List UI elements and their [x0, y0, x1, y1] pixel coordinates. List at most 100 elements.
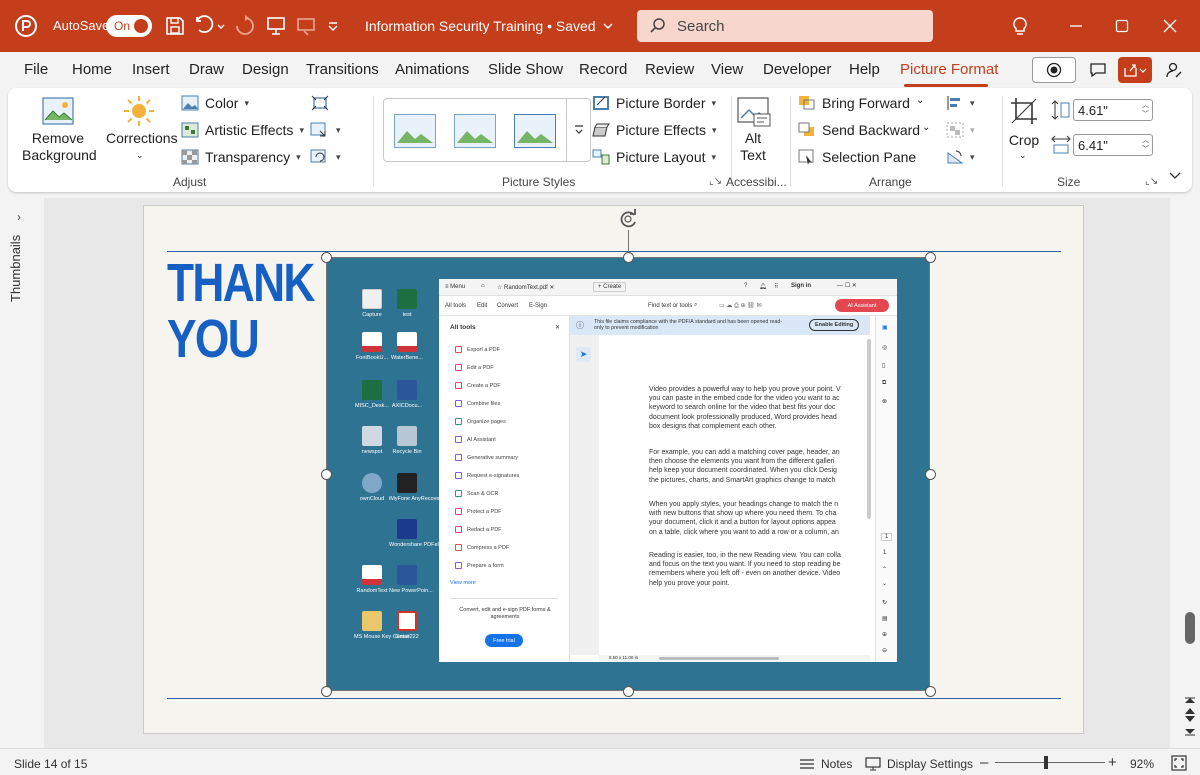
group-separator	[373, 96, 374, 186]
alt-text-icon	[737, 97, 771, 127]
next-slide-icon[interactable]	[1183, 727, 1197, 737]
style-thumbnail[interactable]	[394, 114, 436, 148]
coauthor-button[interactable]	[1160, 57, 1188, 83]
tab-file[interactable]: File	[24, 61, 48, 78]
lightbulb-icon[interactable]	[1006, 12, 1034, 40]
picture-effects-button[interactable]: Picture Effects ▾	[592, 122, 717, 138]
tab-transitions[interactable]: Transitions	[306, 61, 379, 78]
tab-insert[interactable]: Insert	[132, 61, 170, 78]
customize-toolbar-icon[interactable]	[326, 14, 340, 38]
zoom-level[interactable]: 92%	[1130, 757, 1154, 771]
change-picture-button[interactable]: ▾	[310, 122, 341, 138]
zoom-slider[interactable]	[995, 762, 1105, 763]
resize-handle-bottom-left[interactable]	[321, 686, 332, 697]
height-spinner-icon[interactable]: ︿ ﹀	[1142, 101, 1149, 119]
document-title[interactable]: Information Security Training • Saved	[365, 18, 614, 34]
shape-width-input[interactable]: 6.41" ︿ ﹀	[1073, 134, 1153, 156]
picture-selection-frame	[326, 257, 930, 691]
resize-handle-top-right[interactable]	[925, 252, 936, 263]
tab-design[interactable]: Design	[242, 61, 289, 78]
style-thumbnail[interactable]	[514, 114, 556, 148]
share-button[interactable]	[1118, 57, 1152, 83]
vertical-scrollbar[interactable]	[1170, 198, 1200, 748]
previous-slide-icon[interactable]	[1183, 695, 1197, 705]
redo-icon[interactable]	[233, 14, 257, 38]
notes-button[interactable]: Notes	[799, 757, 852, 771]
slide-title-line-1: THANK	[167, 253, 315, 313]
tab-help[interactable]: Help	[849, 61, 880, 78]
thumbnails-label[interactable]: Thumbnails	[8, 235, 23, 302]
close-button[interactable]	[1156, 12, 1184, 40]
dialog-launcher-icon[interactable]: ⌞↘	[709, 176, 722, 187]
bring-forward-dropdown-icon[interactable]: ⌄	[916, 95, 924, 106]
crop-button[interactable]: Crop	[1004, 132, 1044, 149]
slide-title[interactable]: THANK YOU	[167, 253, 315, 367]
collapse-ribbon-icon[interactable]	[1168, 170, 1182, 182]
slideshow-from-current-icon[interactable]	[294, 14, 318, 38]
tab-animations[interactable]: Animations	[395, 61, 469, 78]
resize-handle-top-left[interactable]	[321, 252, 332, 263]
maximize-button[interactable]	[1108, 12, 1136, 40]
undo-icon[interactable]	[193, 14, 217, 38]
comments-button[interactable]	[1084, 57, 1112, 83]
tab-home[interactable]: Home	[72, 61, 112, 78]
undo-dropdown-icon[interactable]	[216, 14, 226, 38]
corrections-button[interactable]: Corrections	[106, 130, 178, 147]
style-thumbnail[interactable]	[454, 114, 496, 148]
zoom-out-button[interactable]: –	[980, 754, 988, 771]
maximize-icon	[1115, 19, 1129, 33]
chevron-down-icon: ▾	[299, 124, 304, 135]
shape-height-input[interactable]: 4.61" ︿ ﹀	[1073, 99, 1153, 121]
selection-pane-button[interactable]: Selection Pane	[798, 149, 916, 165]
bring-forward-button[interactable]: Bring Forward	[798, 95, 910, 111]
tab-record[interactable]: Record	[579, 61, 627, 78]
artistic-effects-button[interactable]: Artistic Effects ▾	[181, 122, 304, 138]
shape-width-icon	[1051, 135, 1071, 154]
transparency-button[interactable]: Transparency ▾	[181, 149, 301, 165]
record-button[interactable]	[1032, 57, 1076, 83]
tab-draw[interactable]: Draw	[189, 61, 224, 78]
picture-border-button[interactable]: Picture Border ▾	[592, 95, 716, 111]
display-settings-button[interactable]: Display Settings	[865, 757, 973, 771]
color-button[interactable]: Color ▾	[181, 95, 249, 111]
tab-review[interactable]: Review	[645, 61, 694, 78]
picture-styles-gallery[interactable]	[383, 98, 591, 162]
tab-slide-show[interactable]: Slide Show	[488, 61, 563, 78]
corrections-dropdown-icon[interactable]: ⌄	[136, 150, 144, 161]
tab-developer[interactable]: Developer	[763, 61, 831, 78]
tab-view[interactable]: View	[711, 61, 743, 78]
autosave-toggle[interactable]: On	[106, 15, 152, 37]
scroll-down-icon[interactable]	[1183, 714, 1197, 724]
picture-layout-button[interactable]: Picture Layout ▾	[592, 149, 716, 165]
send-backward-dropdown-icon[interactable]: ⌄	[922, 122, 930, 133]
resize-handle-bottom-right[interactable]	[925, 686, 936, 697]
vertical-scroll-thumb[interactable]	[1185, 612, 1195, 644]
resize-handle-bottom[interactable]	[623, 686, 634, 697]
resize-handle-left[interactable]	[321, 469, 332, 480]
send-backward-button[interactable]: Send Backward	[798, 122, 920, 138]
search-input[interactable]: Search	[637, 10, 933, 42]
rotate-handle-icon[interactable]	[617, 208, 639, 230]
compress-pictures-icon[interactable]	[311, 95, 329, 111]
rotate-button[interactable]: ▾	[946, 149, 975, 165]
save-icon[interactable]	[163, 14, 187, 38]
zoom-in-button[interactable]: +	[1108, 754, 1117, 771]
alt-text-button[interactable]: Alt Text	[734, 130, 772, 164]
gallery-more-button[interactable]	[566, 99, 590, 161]
group-objects-button[interactable]: ▾	[946, 122, 975, 138]
resize-handle-right[interactable]	[925, 469, 936, 480]
fit-to-window-icon[interactable]	[1170, 754, 1188, 772]
adjust-group-label: Adjust	[173, 175, 207, 189]
align-button[interactable]: ▾	[946, 95, 975, 111]
dialog-launcher-icon[interactable]: ⌞↘	[1145, 176, 1158, 187]
crop-dropdown-icon[interactable]: ⌄	[1019, 150, 1027, 161]
remove-background-button[interactable]: Remove Background	[22, 130, 97, 164]
reset-picture-button[interactable]: ▾	[310, 149, 341, 165]
present-icon[interactable]	[264, 14, 288, 38]
width-spinner-icon[interactable]: ︿ ﹀	[1142, 136, 1149, 154]
expand-thumbnails-icon[interactable]: ›	[17, 210, 21, 224]
minimize-button[interactable]	[1062, 12, 1090, 40]
resize-handle-top[interactable]	[623, 252, 634, 263]
zoom-slider-thumb[interactable]	[1044, 756, 1048, 769]
tab-picture-format[interactable]: Picture Format	[900, 61, 998, 78]
